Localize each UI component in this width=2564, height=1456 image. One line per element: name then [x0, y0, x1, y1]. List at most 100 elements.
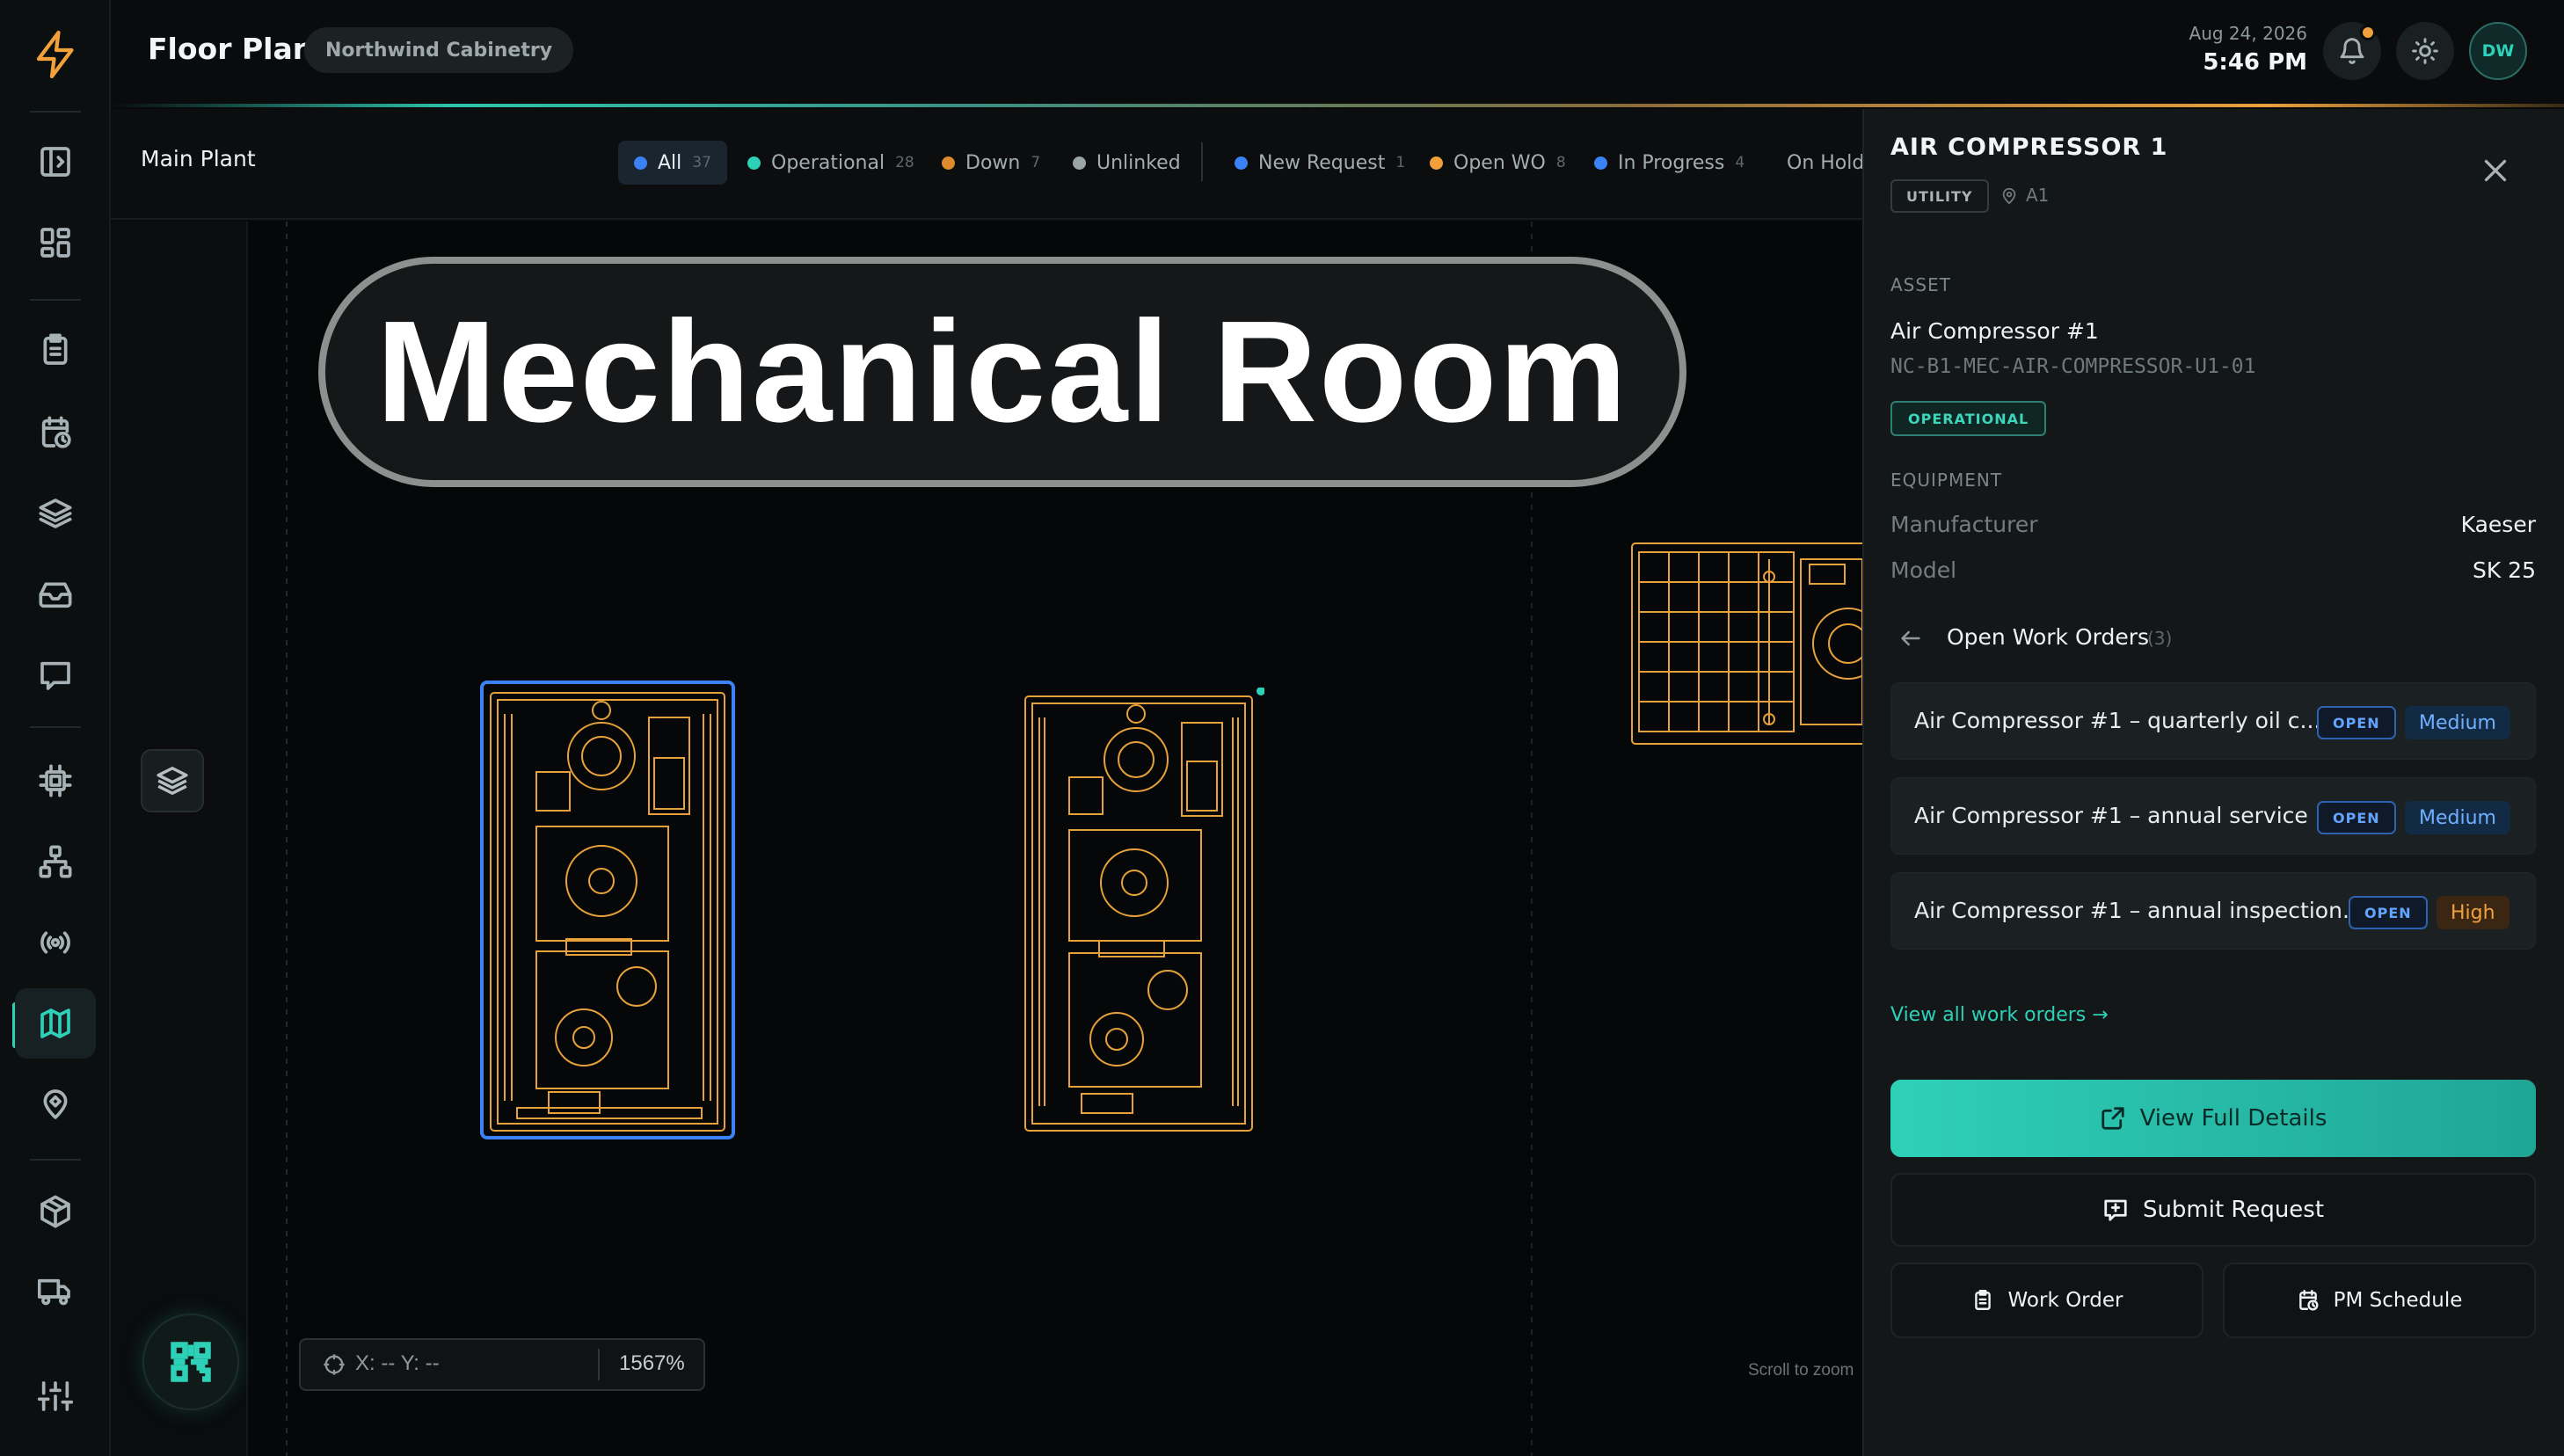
nav-settings[interactable]: [15, 1361, 96, 1431]
nav-vendors[interactable]: [15, 1257, 96, 1328]
qr-scan-button[interactable]: [142, 1314, 239, 1410]
work-order-title: Air Compressor #1 – quarterly oil c...: [1914, 708, 2321, 733]
nav-floor-plan[interactable]: [15, 988, 96, 1059]
work-order-priority: High: [2437, 896, 2509, 929]
nav-pm-schedule[interactable]: [15, 397, 96, 468]
header-date: Aug 24, 2026: [2189, 23, 2307, 44]
location-icon: [43, 1089, 68, 1119]
work-order-card[interactable]: Air Compressor #1 – quarterly oil c... O…: [1890, 682, 2536, 760]
close-icon[interactable]: [2480, 155, 2511, 186]
filter-chip-operational[interactable]: Operational 28: [747, 141, 914, 185]
pm-schedule-label: PM Schedule: [2333, 1289, 2463, 1312]
layers-icon: [157, 767, 188, 795]
work-order-priority: Medium: [2405, 706, 2510, 739]
filter-chip-in-progress[interactable]: In Progress 4: [1594, 141, 1745, 185]
submit-request-button[interactable]: Submit Request: [1890, 1173, 2536, 1247]
equipment-section-label: EQUIPMENT: [1890, 470, 2003, 491]
filter-label: All: [658, 151, 682, 174]
coordinate-divider: [598, 1349, 600, 1380]
filter-chip-down[interactable]: Down 7: [942, 141, 1040, 185]
filter-count: 8: [1555, 154, 1566, 171]
view-all-work-orders-link[interactable]: View all work orders →: [1890, 1004, 2109, 1026]
work-order-card[interactable]: Air Compressor #1 – annual inspection...…: [1890, 872, 2536, 950]
filter-count: 37: [692, 154, 711, 171]
pm-schedule-button[interactable]: PM Schedule: [2223, 1263, 2536, 1338]
header-time: 5:46 PM: [2203, 49, 2307, 76]
calendar-clock-icon: [2298, 1289, 2319, 1311]
nav-assets[interactable]: [15, 746, 96, 816]
nav-inventory[interactable]: [15, 1176, 96, 1247]
nav-rail: [0, 0, 111, 1456]
sun-icon: [2412, 38, 2438, 64]
status-dot: [1235, 156, 1248, 170]
status-dot: [1430, 156, 1443, 170]
work-order-card[interactable]: Air Compressor #1 – annual service OPEN …: [1890, 777, 2536, 855]
equipment-dryer-unit[interactable]: [1628, 538, 1862, 751]
equipment-air-compressor-2[interactable]: [1018, 688, 1264, 1136]
package-icon: [40, 1195, 70, 1228]
coordinate-text: X: -- Y: --: [355, 1351, 440, 1375]
filter-chip-unlinked[interactable]: Unlinked: [1073, 141, 1181, 185]
work-order-button[interactable]: Work Order: [1890, 1263, 2203, 1338]
filter-count: 1: [1395, 154, 1406, 171]
filter-label: Operational: [771, 151, 885, 174]
filter-chip-all[interactable]: All 37: [618, 141, 727, 185]
arrow-left-icon[interactable]: [1898, 626, 1924, 651]
manufacturer-value: Kaeser: [2460, 512, 2536, 537]
filter-chip-new-request[interactable]: New Request 1: [1235, 141, 1405, 185]
filter-label: Open WO: [1453, 151, 1546, 174]
filter-chip-open-wo[interactable]: Open WO 8: [1430, 141, 1566, 185]
room-label-text: Mechanical Room: [375, 291, 1629, 452]
view-full-details-button[interactable]: View Full Details: [1890, 1080, 2536, 1157]
nav-work-orders[interactable]: [15, 315, 96, 385]
nav-sensors[interactable]: [15, 907, 96, 978]
zoom-level: 1567%: [619, 1351, 685, 1375]
view-full-details-label: View Full Details: [2139, 1105, 2327, 1132]
organization-badge[interactable]: Northwind Cabinetry: [304, 27, 574, 73]
filter-chip-on-hold[interactable]: On Hold: [1776, 141, 1864, 185]
nav-hierarchy[interactable]: [15, 826, 96, 897]
user-avatar[interactable]: DW: [2469, 22, 2527, 80]
filter-label: On Hold: [1787, 151, 1864, 174]
nav-inbox[interactable]: [15, 559, 96, 630]
chip-icon: [39, 764, 72, 797]
filter-count: 28: [895, 154, 914, 171]
nav-layers[interactable]: [15, 478, 96, 549]
panel-title: AIR COMPRESSOR 1: [1890, 134, 2168, 161]
asset-section-label: ASSET: [1890, 274, 1951, 295]
page-title: Floor Plan: [148, 32, 314, 66]
external-link-icon: [2101, 1107, 2124, 1130]
status-dot: [942, 156, 955, 170]
bell-icon: [2340, 38, 2364, 64]
status-dot: [1594, 156, 1607, 170]
broadcast-icon: [40, 931, 70, 954]
model-label: Model: [1890, 557, 1957, 583]
asset-status-badge: OPERATIONAL: [1890, 401, 2047, 436]
nav-dashboard[interactable]: [15, 207, 96, 278]
app-logo[interactable]: [30, 28, 83, 81]
calendar-clock-icon: [41, 416, 71, 448]
layers-toggle-button[interactable]: [141, 749, 204, 812]
theme-toggle-button[interactable]: [2396, 22, 2454, 80]
room-label: Mechanical Room: [318, 257, 1686, 487]
manufacturer-label: Manufacturer: [1890, 512, 2038, 537]
truck-icon: [38, 1278, 70, 1306]
collapse-sidebar-icon: [40, 147, 70, 177]
map-icon: [40, 1008, 70, 1038]
filter-label: Unlinked: [1096, 151, 1181, 174]
collapse-sidebar-button[interactable]: [15, 127, 96, 197]
work-order-title: Air Compressor #1 – annual service: [1914, 803, 2308, 828]
status-dot: [747, 156, 761, 170]
map-pin-icon: [2002, 187, 2016, 205]
lightning-logo-icon: [36, 30, 74, 79]
filter-label: In Progress: [1618, 151, 1725, 174]
plant-selector[interactable]: Main Plant: [141, 146, 256, 171]
equipment-air-compressor-1[interactable]: [478, 679, 737, 1141]
filter-label: Down: [965, 151, 1021, 174]
nav-messages[interactable]: [15, 640, 96, 710]
filter-label: New Request: [1258, 151, 1386, 174]
message-plus-icon: [2104, 1199, 2127, 1221]
nav-locations[interactable]: [15, 1069, 96, 1139]
notification-dot: [2360, 25, 2376, 40]
filter-count: 7: [1031, 154, 1041, 171]
